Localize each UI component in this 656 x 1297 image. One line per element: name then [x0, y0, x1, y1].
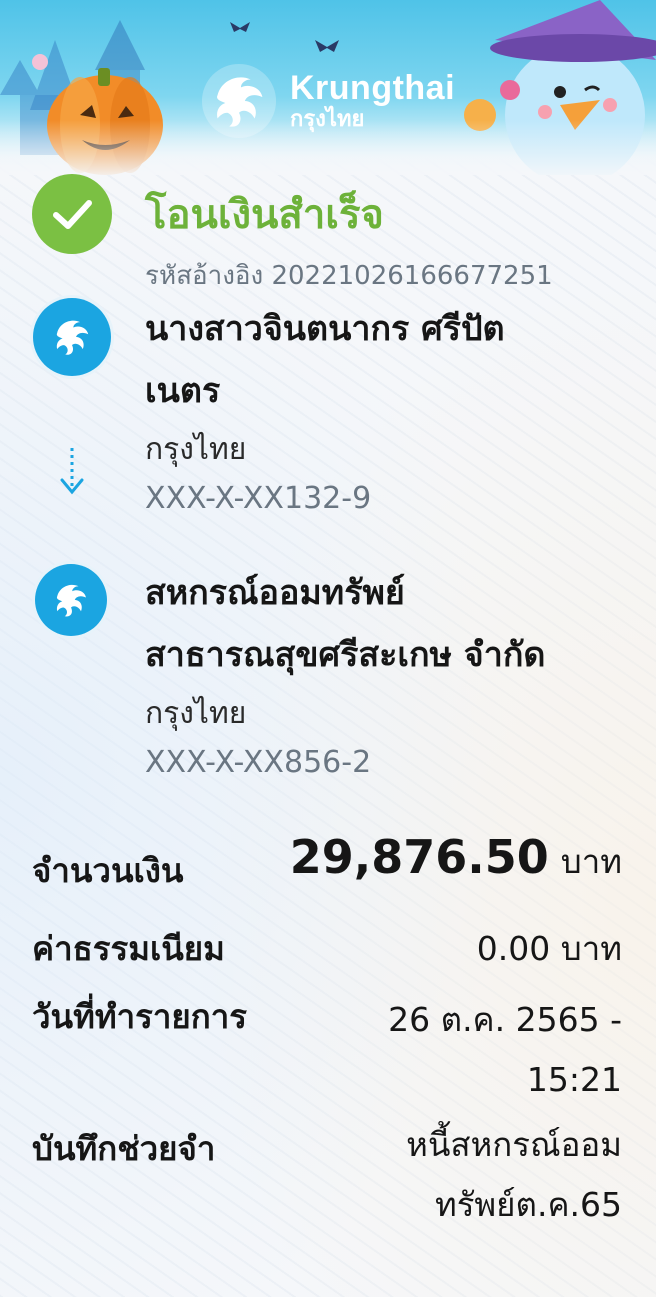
sender-account: XXX-X-XX132-9	[145, 481, 372, 516]
amount-value: 29,876.50 บาท	[290, 830, 622, 888]
receiver-bank: กรุงไทย	[145, 696, 247, 731]
transfer-slip: Krungthai กรุงไทย โอนเงินสำเร็จ รหัสอ้าง…	[0, 0, 656, 1297]
arrow-down-icon	[60, 448, 84, 495]
reference-value: 20221026166677251	[271, 261, 553, 291]
fee-label: ค่าธรรมเนียม	[32, 929, 225, 968]
fee-value: 0.00 บาท	[476, 929, 622, 968]
status-title: โอนเงินสำเร็จ	[145, 192, 384, 238]
halloween-banner: Krungthai กรุงไทย	[0, 0, 656, 175]
memo-line2: ทรัพย์ต.ค.65	[434, 1185, 622, 1224]
date-line2: 15:21	[526, 1060, 622, 1099]
amount-unit: บาท	[560, 842, 622, 881]
sender-name-line1: นางสาวจินตนากร ศรีปัต	[145, 309, 505, 349]
memo-value: หนี้สหกรณ์ออม ทรัพย์ต.ค.65	[406, 1115, 622, 1235]
sender-bank: กรุงไทย	[145, 432, 247, 467]
memo-line1: หนี้สหกรณ์ออม	[406, 1125, 622, 1164]
date-value: 26 ต.ค. 2565 - 15:21	[388, 990, 622, 1110]
krungthai-bird-icon	[201, 63, 277, 139]
receiver-name: สหกรณ์ออมทรัพย์ สาธารณสุขศรีสะเกษ จำกัด	[145, 562, 625, 686]
memo-label: บันทึกช่วยจำ	[32, 1129, 216, 1168]
reference-label: รหัสอ้างอิง	[145, 261, 264, 291]
logo-text-th: กรุงไทย	[290, 107, 365, 132]
amount-number: 29,876.50	[289, 830, 549, 884]
receiver-name-line2: สาธารณสุขศรีสะเกษ จำกัด	[145, 635, 546, 675]
logo-text-en: Krungthai	[290, 69, 456, 107]
sender-bank-icon	[33, 298, 111, 376]
krungthai-logo: Krungthai กรุงไทย	[200, 62, 455, 140]
sender-name: นางสาวจินตนากร ศรีปัต เนตร	[145, 298, 625, 422]
sender-name-line2: เนตร	[145, 371, 221, 411]
date-line1: 26 ต.ค. 2565 -	[388, 1000, 622, 1039]
receiver-name-line1: สหกรณ์ออมทรัพย์	[145, 573, 405, 613]
reference-number: รหัสอ้างอิง 20221026166677251	[145, 255, 553, 296]
amount-label: จำนวนเงิน	[32, 851, 184, 890]
check-icon	[32, 174, 112, 254]
receiver-bank-icon	[35, 564, 107, 636]
date-label: วันที่ทำรายการ	[32, 997, 247, 1036]
receiver-account: XXX-X-XX856-2	[145, 745, 372, 780]
